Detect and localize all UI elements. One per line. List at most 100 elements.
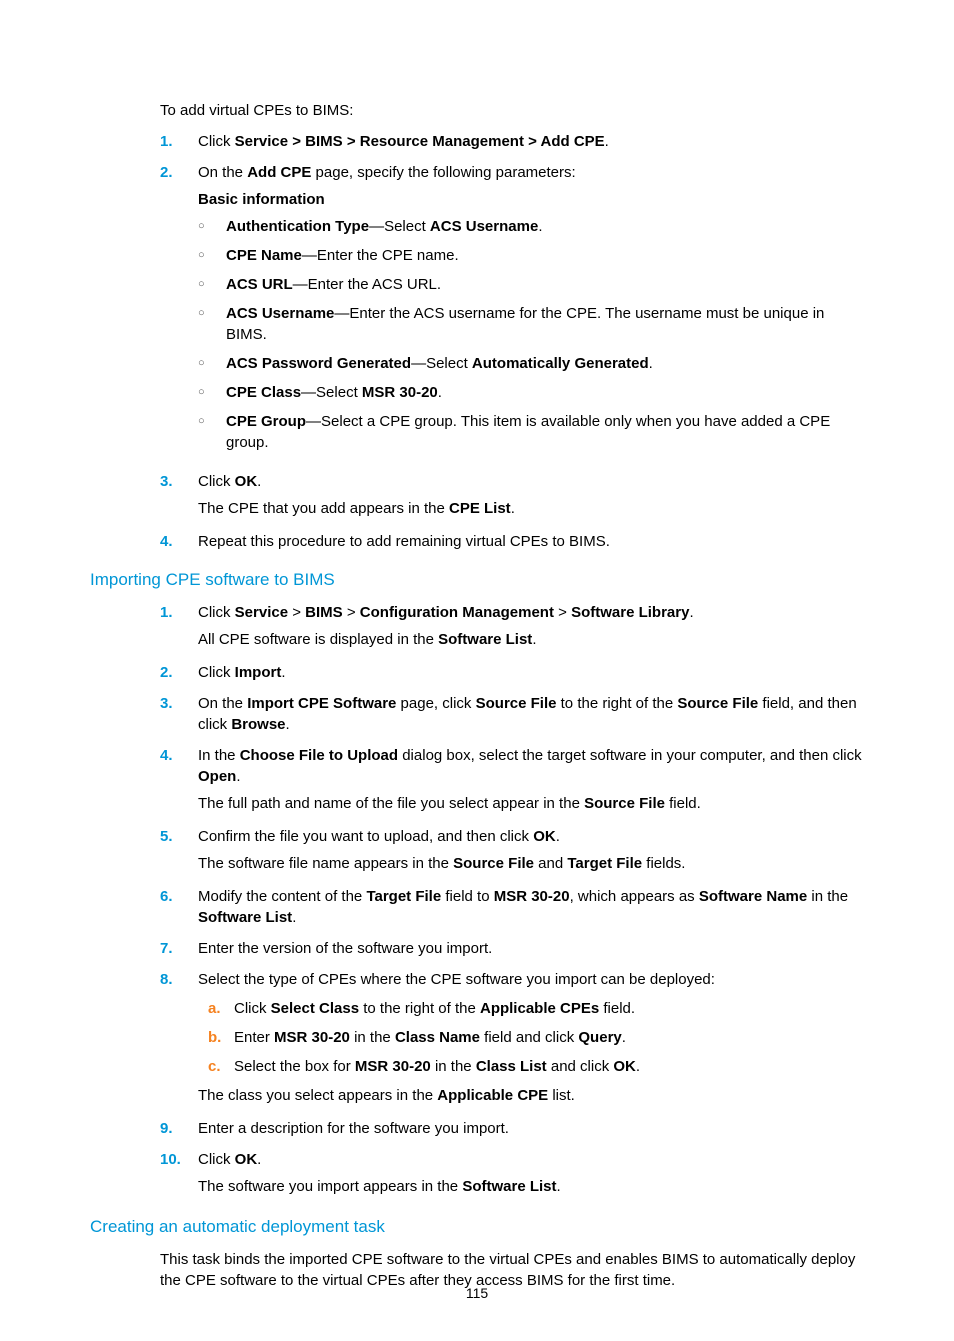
- bold: ACS Password Generated: [226, 355, 411, 372]
- bullet-cpe-name: ○ CPE Name—Enter the CPE name.: [198, 245, 864, 266]
- text: —Enter the ACS URL.: [293, 276, 441, 293]
- step-number: 7.: [160, 938, 198, 959]
- sub-text: The full path and name of the file you s…: [198, 793, 864, 814]
- bold: Choose File to Upload: [240, 747, 398, 764]
- text: —Select: [411, 355, 472, 372]
- text: All CPE software is displayed in the: [198, 631, 438, 648]
- alpha-body: Click Select Class to the right of the A…: [234, 998, 635, 1019]
- text: dialog box, select the target software i…: [398, 747, 862, 764]
- step-number: 1.: [160, 131, 198, 152]
- alpha-body: Select the box for MSR 30-20 in the Clas…: [234, 1056, 640, 1077]
- bullet-icon: ○: [198, 411, 226, 453]
- text: The CPE that you add appears in the: [198, 500, 449, 517]
- step-body: On the Add CPE page, specify the followi…: [198, 162, 864, 461]
- text: .: [636, 1058, 640, 1075]
- text: to the right of the: [556, 695, 677, 712]
- text: .: [281, 664, 285, 681]
- text: and click: [547, 1058, 614, 1075]
- step-body: In the Choose File to Upload dialog box,…: [198, 745, 864, 816]
- step-body: Enter a description for the software you…: [198, 1118, 864, 1139]
- step-number: 3.: [160, 693, 198, 735]
- bold: Software Name: [699, 888, 807, 905]
- bullet-icon: ○: [198, 216, 226, 237]
- step-body: Confirm the file you want to upload, and…: [198, 826, 864, 876]
- bold: Target File: [366, 888, 441, 905]
- bold: MSR 30-20: [274, 1029, 350, 1046]
- bold: Class List: [476, 1058, 547, 1075]
- s2-step-1: 1. Click Service > BIMS > Configuration …: [160, 602, 864, 652]
- s2-step-8: 8. Select the type of CPEs where the CPE…: [160, 969, 864, 1108]
- bullet-icon: ○: [198, 382, 226, 403]
- bullet-icon: ○: [198, 245, 226, 266]
- bold: Browse: [231, 716, 285, 733]
- bold: OK: [235, 473, 258, 490]
- bold: Service: [235, 604, 288, 621]
- text: to the right of the: [359, 1000, 480, 1017]
- bullet-icon: ○: [198, 274, 226, 295]
- sub-b: b. Enter MSR 30-20 in the Class Name fie…: [208, 1027, 864, 1048]
- bold: Authentication Type: [226, 218, 369, 235]
- sub-c: c. Select the box for MSR 30-20 in the C…: [208, 1056, 864, 1077]
- bold: OK: [235, 1151, 258, 1168]
- text: .: [622, 1029, 626, 1046]
- step-number: 10.: [160, 1149, 198, 1199]
- bold: Configuration Management: [360, 604, 554, 621]
- text: in the: [350, 1029, 395, 1046]
- s2-step-10: 10. Click OK. The software you import ap…: [160, 1149, 864, 1199]
- text: page, specify the following parameters:: [311, 164, 575, 181]
- text: >: [288, 604, 305, 621]
- step-body: Click OK. The CPE that you add appears i…: [198, 471, 864, 521]
- bold: Source File: [677, 695, 758, 712]
- bold: ACS URL: [226, 276, 293, 293]
- step-4: 4. Repeat this procedure to add remainin…: [160, 531, 864, 552]
- text: .: [438, 384, 442, 401]
- page-number: 115: [0, 1285, 954, 1301]
- text: .: [538, 218, 542, 235]
- text: >: [343, 604, 360, 621]
- step-number: 1.: [160, 602, 198, 652]
- page: To add virtual CPEs to BIMS: 1. Click Se…: [0, 0, 954, 1341]
- step-2: 2. On the Add CPE page, specify the foll…: [160, 162, 864, 461]
- step-number: 4.: [160, 745, 198, 816]
- bold: Automatically Generated: [472, 355, 649, 372]
- text: Click: [198, 133, 235, 150]
- s2-step-9: 9. Enter a description for the software …: [160, 1118, 864, 1139]
- text: .: [557, 1178, 561, 1195]
- bold: Target File: [567, 855, 642, 872]
- bold: ACS Username: [430, 218, 538, 235]
- bullet-body: CPE Name—Enter the CPE name.: [226, 245, 459, 266]
- bullet-body: Authentication Type—Select ACS Username.: [226, 216, 542, 237]
- text: —Select: [301, 384, 362, 401]
- text: Modify the content of the: [198, 888, 366, 905]
- alpha-label: b.: [208, 1027, 234, 1048]
- text: .: [689, 604, 693, 621]
- text: The class you select appears in the: [198, 1087, 437, 1104]
- s2-step-3: 3. On the Import CPE Software page, clic…: [160, 693, 864, 735]
- s2-step-2: 2. Click Import.: [160, 662, 864, 683]
- text: .: [511, 500, 515, 517]
- step-body: Click Service > BIMS > Resource Manageme…: [198, 131, 864, 152]
- step-body: Enter the version of the software you im…: [198, 938, 864, 959]
- bold: Source File: [584, 795, 665, 812]
- bullet-body: ACS URL—Enter the ACS URL.: [226, 274, 441, 295]
- text: Select the type of CPEs where the CPE so…: [198, 971, 715, 988]
- bold: OK: [613, 1058, 636, 1075]
- bold: MSR 30-20: [362, 384, 438, 401]
- text: field.: [665, 795, 701, 812]
- bullet-cpe-class: ○ CPE Class—Select MSR 30-20.: [198, 382, 864, 403]
- bold: Software List: [198, 909, 292, 926]
- step-1: 1. Click Service > BIMS > Resource Manag…: [160, 131, 864, 152]
- bullet-cpe-group: ○ CPE Group—Select a CPE group. This ite…: [198, 411, 864, 453]
- bold: CPE Class: [226, 384, 301, 401]
- bullet-body: CPE Group—Select a CPE group. This item …: [226, 411, 864, 453]
- text: .: [286, 716, 290, 733]
- text: Confirm the file you want to upload, and…: [198, 828, 533, 845]
- text: .: [649, 355, 653, 372]
- text: Enter: [234, 1029, 274, 1046]
- text: and: [534, 855, 567, 872]
- text: In the: [198, 747, 240, 764]
- sub-text: The software file name appears in the So…: [198, 853, 864, 874]
- text: On the: [198, 164, 247, 181]
- bold: Import CPE Software: [247, 695, 396, 712]
- s2-step-7: 7. Enter the version of the software you…: [160, 938, 864, 959]
